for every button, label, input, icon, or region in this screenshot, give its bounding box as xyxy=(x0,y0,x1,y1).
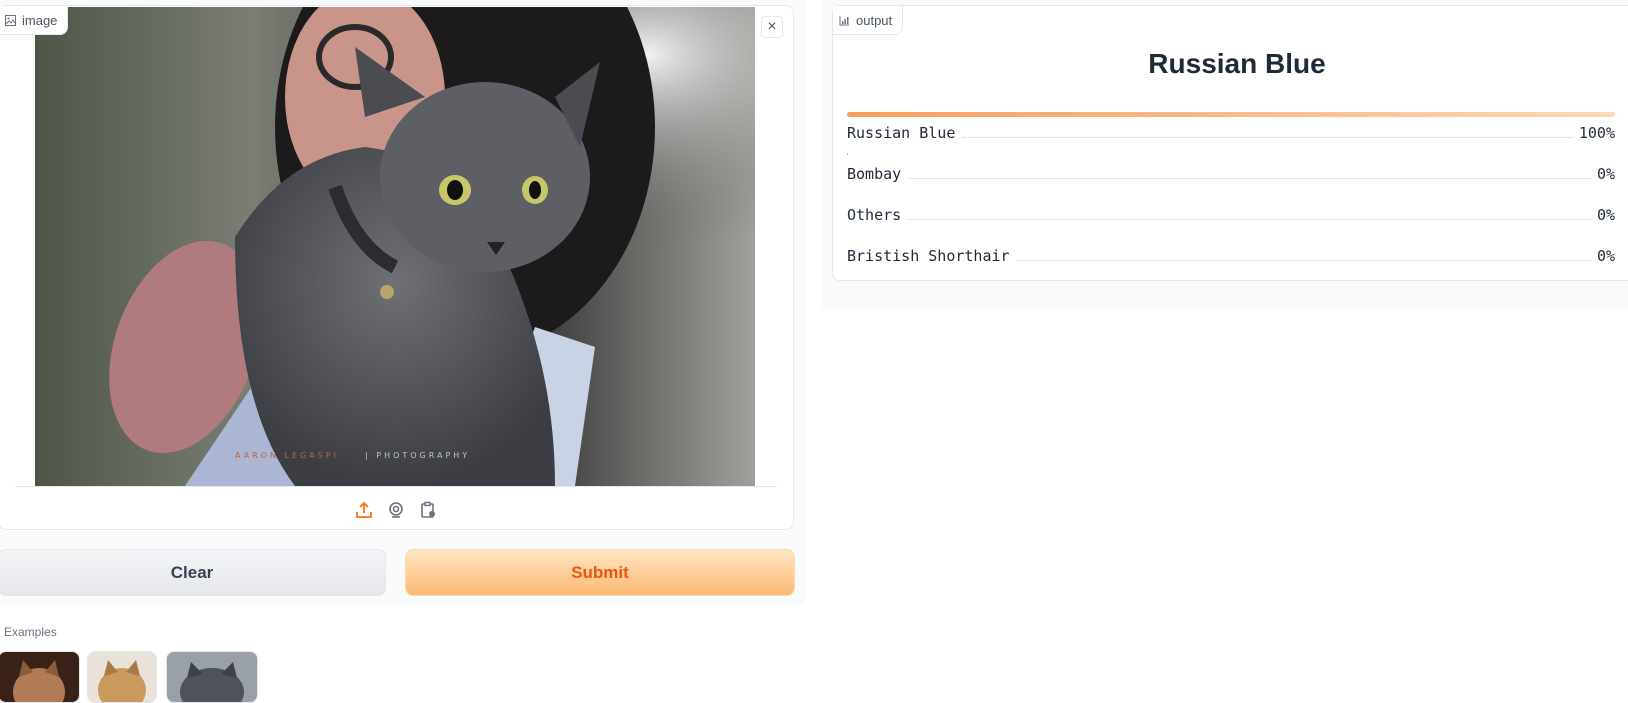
image-icon xyxy=(5,14,16,26)
confidence-label: Bristish Shorthair xyxy=(847,246,1016,266)
uploaded-cat-photo: AARON LEGASPI | PHOTOGRAPHY xyxy=(35,7,755,486)
close-icon: × xyxy=(767,18,777,35)
examples-label: Examples xyxy=(4,625,57,639)
example-thumbnail[interactable] xyxy=(166,651,258,703)
clear-button[interactable]: Clear xyxy=(0,549,386,596)
predicted-label-title: Russian Blue xyxy=(1148,48,1326,79)
image-panel-label-text: image xyxy=(22,12,58,28)
image-panel-label: image xyxy=(0,6,69,35)
clear-button-label: Clear xyxy=(170,562,214,582)
clipboard-icon[interactable] xyxy=(418,500,438,520)
submit-button-label: Submit xyxy=(571,562,629,582)
webcam-icon[interactable] xyxy=(386,500,406,520)
confidence-value: 0% xyxy=(1590,164,1615,184)
dotted-leader xyxy=(847,178,1615,179)
example-thumbnail[interactable] xyxy=(87,651,157,703)
output-panel-label-text: output xyxy=(856,12,893,28)
confidence-value: 0% xyxy=(1590,246,1615,266)
confidence-value: 0% xyxy=(1590,205,1615,225)
confidence-label: Others xyxy=(847,205,908,225)
image-source-toolbar xyxy=(0,500,793,520)
confidence-label: Bombay xyxy=(847,164,908,184)
clear-image-button[interactable]: × xyxy=(761,16,783,38)
dotted-leader xyxy=(847,137,1615,138)
confidence-bar xyxy=(847,153,848,155)
image-panel-divider xyxy=(15,486,777,487)
top-confidence-bar xyxy=(847,112,1615,117)
image-input-panel[interactable]: image AARON LEGASPI | PHOTOGRAPHY × xyxy=(0,5,794,530)
submit-button[interactable]: Submit xyxy=(405,549,795,596)
dotted-leader xyxy=(847,219,1615,220)
output-panel-label: output xyxy=(833,6,904,35)
svg-text:AARON LEGASPI: AARON LEGASPI xyxy=(235,451,339,460)
confidence-row[interactable]: Others 0% xyxy=(847,205,1615,225)
confidence-row[interactable]: Bombay 0% xyxy=(847,164,1615,184)
label-chart-icon xyxy=(839,15,850,26)
example-thumbnail[interactable] xyxy=(0,651,80,703)
upload-icon[interactable] xyxy=(354,500,374,520)
confidence-label: Russian Blue xyxy=(847,123,962,143)
confidence-value: 100% xyxy=(1572,123,1615,143)
output-panel: output Russian Blue Russian Blue 100% Bo… xyxy=(832,5,1628,281)
confidence-row[interactable]: Russian Blue 100% xyxy=(847,123,1615,155)
confidence-row[interactable]: Bristish Shorthair 0% xyxy=(847,246,1615,266)
svg-text:| PHOTOGRAPHY: | PHOTOGRAPHY xyxy=(365,451,470,460)
